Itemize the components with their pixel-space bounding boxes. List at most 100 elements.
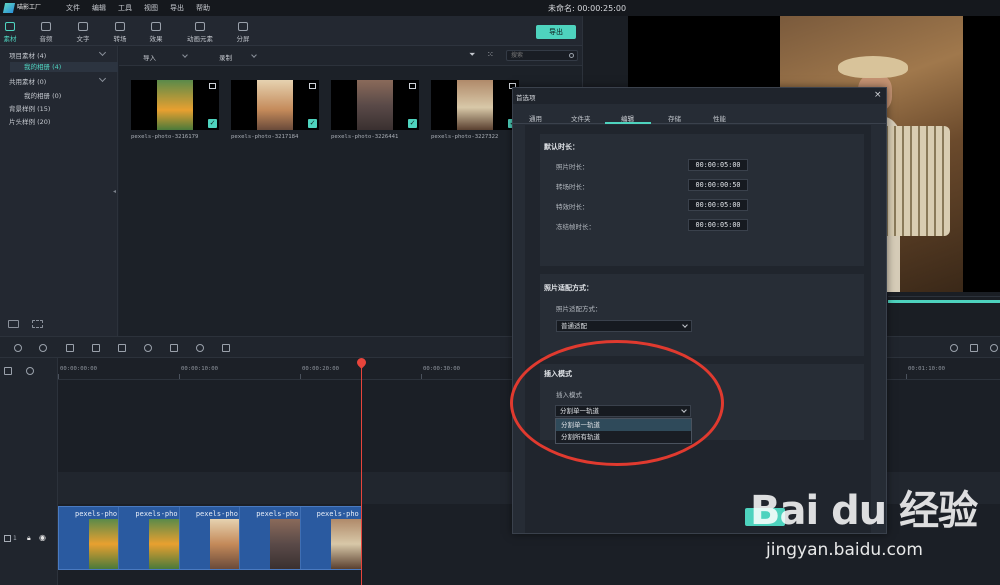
thumbnail-image	[157, 80, 193, 130]
tab-media[interactable]: 素材	[0, 16, 28, 46]
add-track-icon[interactable]	[4, 367, 12, 375]
library-background-samples[interactable]: 背景样例 (15)	[9, 103, 50, 113]
media-thumbnail[interactable]: ✓	[231, 80, 319, 130]
tab-folders[interactable]: 文件夹	[571, 113, 591, 123]
timeline-clip[interactable]: pexels-pho	[119, 507, 180, 569]
annotation-ellipse	[510, 340, 724, 466]
chevron-down-icon[interactable]	[98, 74, 107, 83]
menu-edit[interactable]: 编辑	[92, 3, 106, 13]
new-folder-icon[interactable]	[32, 320, 43, 328]
link-icon[interactable]	[26, 367, 34, 375]
library-my-album[interactable]: 我的相册 (4)	[10, 62, 118, 72]
chevron-down-icon[interactable]	[182, 52, 188, 58]
chevron-down-icon[interactable]	[251, 52, 257, 58]
tab-text-label: 文字	[76, 35, 90, 43]
field-label: 冻结帧时长：	[556, 223, 595, 231]
menu-view[interactable]: 视图	[144, 3, 158, 13]
media-thumbnail[interactable]: ✓	[431, 80, 519, 130]
record-button[interactable]: 录制	[219, 52, 232, 62]
microphone-icon[interactable]	[990, 344, 998, 352]
ruler-tick	[300, 374, 301, 379]
collapse-panel-icon[interactable]: ◂	[113, 188, 117, 195]
tab-audio[interactable]: 音频	[28, 16, 64, 46]
music-icon	[41, 22, 51, 31]
section-title: 默认时长：	[544, 143, 579, 151]
add-folder-icon[interactable]	[8, 320, 19, 328]
tab-split-screen[interactable]: 分屏	[225, 16, 261, 46]
watermark-logo: Bai du 经验	[750, 478, 978, 536]
tab-performance[interactable]: 性能	[713, 113, 726, 123]
ruler-label: 00:00:20:00	[302, 366, 340, 372]
undo-icon[interactable]	[14, 344, 22, 352]
tab-effects[interactable]: 效果	[138, 16, 174, 46]
chevron-down-icon[interactable]	[98, 48, 107, 57]
watermark-logo-text: Bai du 经验	[750, 488, 978, 534]
tab-elements[interactable]: 动画元素	[178, 16, 222, 46]
lock-icon[interactable]: 🔒︎	[27, 534, 31, 543]
thumbnail-image	[257, 80, 293, 130]
effect-duration-input[interactable]: 00:00:05:00	[688, 199, 748, 211]
timeline-clip[interactable]: pexels-pho	[180, 507, 241, 569]
video-clip-strip[interactable]: pexels-pho pexels-pho pexels-pho pexels-…	[58, 506, 362, 570]
field-label: 转场时长：	[556, 183, 589, 191]
timeline-clip[interactable]: pexels-pho	[301, 507, 361, 569]
thumbnail-name: pexels-photo-3217184	[231, 134, 299, 140]
tab-audio-label: 音频	[39, 35, 53, 43]
tab-storage[interactable]: 存储	[668, 113, 681, 123]
menu-help[interactable]: 帮助	[196, 3, 210, 13]
effects-icon	[151, 22, 161, 31]
tab-general[interactable]: 通用	[529, 113, 542, 123]
ruler-label: 00:00:00:00	[60, 366, 98, 372]
playhead-line[interactable]	[361, 360, 362, 585]
library-project-media[interactable]: 项目素材 (4)	[9, 50, 46, 60]
redo-icon[interactable]	[39, 344, 47, 352]
tab-transition[interactable]: 转场	[102, 16, 138, 46]
search-input[interactable]	[507, 51, 563, 60]
tab-text[interactable]: 文字	[65, 16, 101, 46]
preview-progress-bar[interactable]	[888, 300, 1000, 303]
filter-icon[interactable]: ⏷	[469, 50, 475, 60]
checkmark-icon[interactable]: ✓	[408, 119, 417, 128]
photo-fit-select[interactable]: 普通适配	[556, 320, 692, 332]
logo-text: 喵影工厂	[17, 4, 42, 11]
close-icon[interactable]: ×	[874, 90, 882, 100]
media-thumbnail[interactable]: ✓	[331, 80, 419, 130]
checkmark-icon[interactable]: ✓	[208, 119, 217, 128]
menu-export[interactable]: 导出	[170, 3, 184, 13]
transition-duration-input[interactable]: 00:00:00:50	[688, 179, 748, 191]
speed-icon[interactable]	[196, 344, 204, 352]
library-my-album-shared[interactable]: 我的相册 (0)	[24, 90, 61, 100]
preview-progress-track	[888, 296, 1000, 297]
media-thumbnail[interactable]: ✓	[131, 80, 219, 130]
cut-icon[interactable]	[92, 344, 100, 352]
marker-icon[interactable]	[970, 344, 978, 352]
render-icon[interactable]	[950, 344, 958, 352]
adjust-icon[interactable]	[222, 344, 230, 352]
color-icon[interactable]	[144, 344, 152, 352]
export-button[interactable]: 导出	[536, 25, 576, 39]
library-shared-media[interactable]: 共用素材 (0)	[9, 76, 46, 86]
library-intro-samples[interactable]: 片头样例 (20)	[9, 116, 50, 126]
search-box[interactable]	[506, 50, 578, 61]
thumbnail-image	[457, 80, 493, 130]
import-button[interactable]: 导入	[143, 52, 156, 62]
timeline-clip[interactable]: pexels-pho	[240, 507, 301, 569]
grid-view-icon[interactable]: ⁙	[487, 50, 494, 59]
delete-icon[interactable]	[66, 344, 74, 352]
freeze-frame-duration-input[interactable]: 00:00:05:00	[688, 219, 748, 231]
search-icon[interactable]	[569, 53, 574, 58]
checkmark-icon[interactable]: ✓	[308, 119, 317, 128]
eye-icon[interactable]: ◉	[39, 533, 46, 542]
menu-tools[interactable]: 工具	[118, 3, 132, 13]
timeline-clip[interactable]: pexels-pho	[59, 507, 120, 569]
active-tab-indicator	[605, 122, 651, 124]
green-screen-icon[interactable]	[170, 344, 178, 352]
transition-icon	[115, 22, 125, 31]
menu-file[interactable]: 文件	[66, 3, 80, 13]
photo-duration-input[interactable]: 00:00:05:00	[688, 159, 748, 171]
image-icon	[409, 83, 416, 89]
watermark-url: jingyan.baidu.com	[766, 540, 923, 560]
crop-icon[interactable]	[118, 344, 126, 352]
logo-icon	[2, 3, 16, 13]
menu-bar: 喵影工厂 文件 编辑 工具 视图 导出 帮助	[0, 0, 1000, 16]
